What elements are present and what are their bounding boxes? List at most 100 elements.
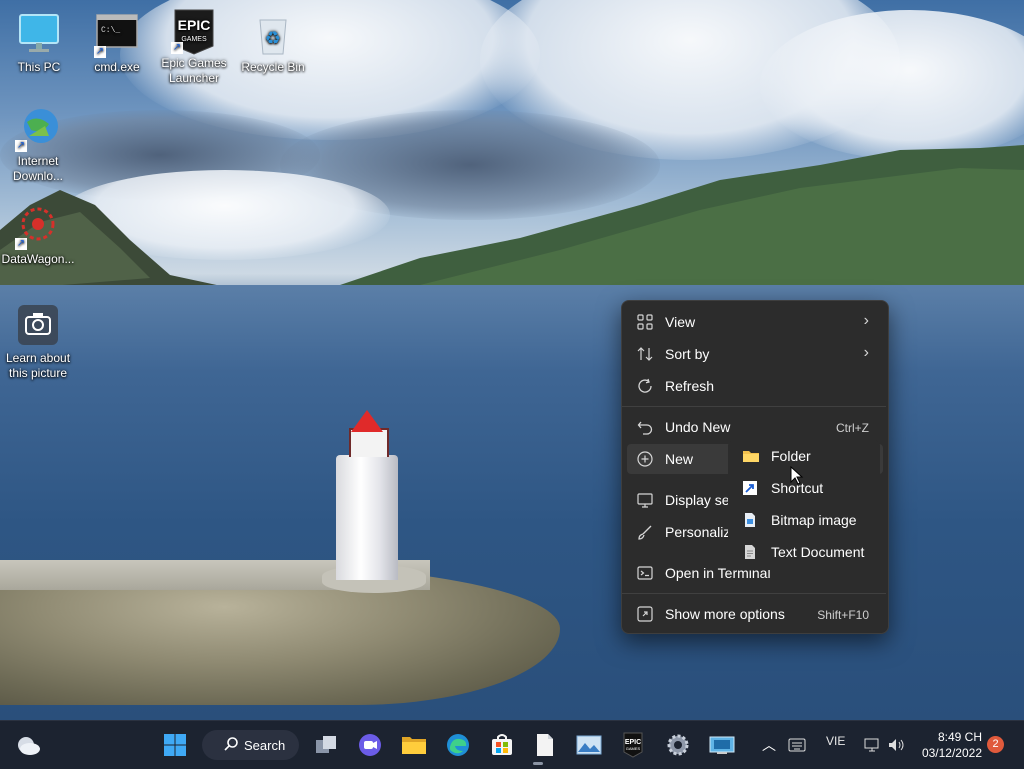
chevron-up-icon: ︿ — [762, 737, 776, 753]
show-hidden-icons-button[interactable]: ︿ — [755, 731, 783, 759]
sort-icon — [637, 346, 653, 362]
clock-time: 8:49 CH — [937, 730, 982, 744]
monitor-icon — [16, 12, 62, 58]
search-label: Search — [244, 738, 286, 753]
shortcut-arrow-icon: ↗ — [94, 46, 106, 58]
edge-browser-button[interactable] — [444, 731, 472, 759]
shortcut-arrow-icon: ↗ — [15, 140, 27, 152]
active-app-indicator — [533, 762, 543, 765]
submenu-item-label: Text Document — [771, 544, 865, 560]
cmd-icon: C:\_ ↗ — [94, 12, 140, 58]
menu-item-refresh[interactable]: Refresh — [627, 371, 883, 401]
windows-logo-icon — [164, 734, 186, 756]
shortcut-arrow-icon: ↗ — [15, 238, 27, 250]
submenu-item-text-document[interactable]: Text Document — [736, 538, 876, 566]
shortcut-hint: Shift+F10 — [817, 608, 869, 622]
svg-text:GAMES: GAMES — [181, 36, 207, 43]
recycle-bin-icon: ♻ — [250, 12, 296, 58]
document-icon — [537, 734, 553, 756]
keyboard-icon — [788, 738, 806, 752]
taskbar-search[interactable]: Search — [202, 730, 299, 760]
more-options-icon — [637, 606, 653, 622]
epic-games-icon: EPICGAMES — [623, 732, 643, 758]
notepad-button[interactable] — [531, 731, 559, 759]
datawagon-icon: ↗ — [15, 204, 61, 250]
desktop-icon-label: Epic Games Launcher — [161, 56, 227, 85]
folder-icon — [402, 737, 426, 754]
desktop-icon-datawagon[interactable]: ↗ DataWagon... — [0, 204, 76, 267]
menu-separator — [622, 406, 886, 407]
desktop-icon-this-pc[interactable]: This PC — [1, 12, 77, 75]
speaker-icon — [889, 739, 904, 751]
menu-item-show-more-options[interactable]: Show more options Shift+F10 — [627, 599, 883, 629]
search-icon — [224, 737, 238, 754]
desktop-icon-label: This PC — [17, 60, 61, 74]
picture-icon — [576, 735, 602, 755]
menu-item-view[interactable]: View › — [627, 307, 883, 337]
submenu-item-bitmap-image[interactable]: Bitmap image — [736, 506, 876, 534]
weather-widget-button[interactable] — [14, 731, 42, 759]
input-language-indicator[interactable]: VIE — [826, 734, 845, 748]
svg-text:♻: ♻ — [265, 28, 281, 49]
task-view-icon — [316, 736, 336, 753]
desktop-icon-label: Recycle Bin — [241, 60, 305, 74]
refresh-icon — [637, 378, 653, 394]
teams-chat-button[interactable] — [356, 731, 384, 759]
start-button[interactable] — [161, 731, 189, 759]
file-explorer-button[interactable] — [400, 731, 428, 759]
submenu-item-label: Bitmap image — [771, 512, 857, 528]
desktop-icon-cmd[interactable]: C:\_ ↗ cmd.exe — [79, 12, 155, 75]
remote-desktop-icon — [709, 736, 735, 754]
submenu-item-folder[interactable]: Folder — [736, 442, 876, 470]
desktop-icon-learn-about-picture[interactable]: Learn about this picture — [0, 303, 76, 381]
desktop-icon-label: cmd.exe — [94, 60, 140, 74]
photos-app-button[interactable] — [575, 731, 603, 759]
desktop-icon-label: Learn about this picture — [5, 351, 71, 380]
text-document-icon — [742, 544, 758, 560]
volume-button[interactable] — [883, 731, 911, 759]
svg-text:EPIC: EPIC — [178, 17, 211, 33]
folder-icon — [742, 448, 759, 464]
menu-item-label: Display set — [665, 492, 734, 508]
settings-button[interactable] — [664, 731, 692, 759]
submenu-item-shortcut[interactable]: Shortcut — [736, 474, 876, 502]
shortcut-arrow-icon: ↗ — [171, 42, 183, 54]
plus-circle-icon — [637, 451, 653, 467]
network-icon — [864, 738, 879, 752]
menu-item-sort-by[interactable]: Sort by › — [627, 339, 883, 369]
chat-icon — [359, 734, 381, 756]
clock[interactable]: 8:49 CH 03/12/2022 — [918, 729, 982, 761]
menu-item-label: New — [665, 451, 694, 467]
cloud-icon — [18, 737, 40, 755]
desktop-icon-label: Internet Downlo... — [12, 154, 64, 183]
epic-games-taskbar-button[interactable]: EPIC GAMES — [619, 731, 647, 759]
desktop-icon-internet-download[interactable]: ↗ Internet Downlo... — [0, 106, 76, 184]
menu-item-label: View — [665, 314, 696, 330]
display-icon — [637, 492, 653, 508]
store-icon — [492, 734, 512, 755]
menu-item-undo-new[interactable]: Undo New Ctrl+Z — [627, 412, 883, 442]
touch-keyboard-button[interactable] — [783, 731, 811, 759]
taskbar: Search EPIC GAMES ︿ VIE 8:49 CH 03/12/20… — [0, 720, 1024, 769]
notification-badge[interactable]: 2 — [987, 736, 1004, 753]
shortcut-hint: Ctrl+Z — [836, 421, 869, 435]
microsoft-store-button[interactable] — [488, 731, 516, 759]
desktop-icon-recycle-bin[interactable]: ♻ Recycle Bin — [235, 12, 311, 75]
grid-icon — [637, 314, 653, 330]
camera-icon — [15, 303, 61, 349]
mouse-cursor-icon — [790, 466, 804, 485]
svg-text:C:\_: C:\_ — [101, 26, 120, 35]
edge-icon — [447, 734, 469, 756]
new-submenu: Folder Shortcut Bitmap image Text Docume… — [728, 440, 880, 570]
desktop-icon-label: DataWagon... — [1, 252, 75, 266]
desktop-icon-epic-games[interactable]: EPIC GAMES ↗ Epic Games Launcher — [156, 8, 232, 86]
shortcut-icon — [742, 480, 758, 496]
remote-desktop-button[interactable] — [708, 731, 736, 759]
bitmap-icon — [742, 512, 758, 528]
epic-games-icon: EPIC GAMES ↗ — [171, 8, 217, 55]
brush-icon — [637, 524, 653, 540]
menu-item-label: Personaliz — [665, 524, 731, 540]
task-view-button[interactable] — [312, 731, 340, 759]
menu-item-label: Refresh — [665, 378, 715, 394]
chevron-right-icon: › — [863, 344, 869, 361]
